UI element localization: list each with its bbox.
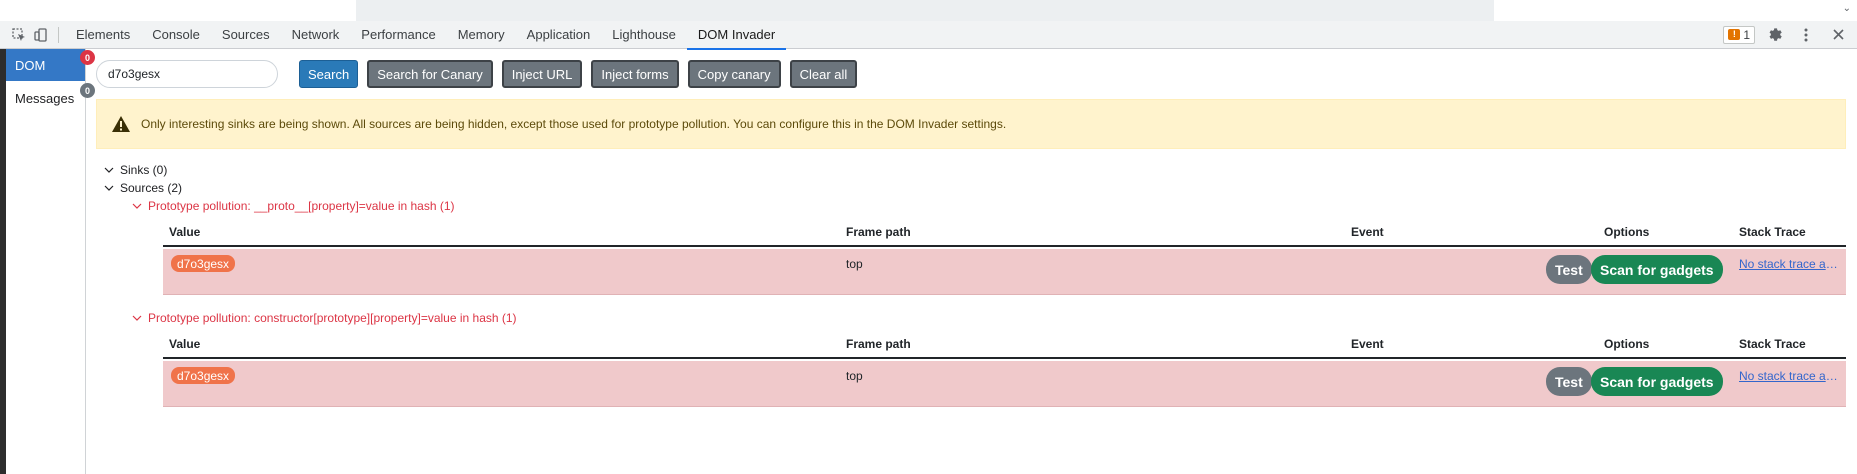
column-header-value: Value [169, 337, 201, 351]
table-row: d7o3gesx top Test Scan for gadgets No st… [163, 249, 1846, 295]
issues-button[interactable]: ! 1 [1723, 25, 1755, 44]
sidebar-item-dom[interactable]: DOM 0 [6, 49, 95, 81]
more-options-icon[interactable] [1793, 21, 1819, 49]
alert-text: Only interesting sinks are being shown. … [141, 117, 1007, 131]
sinks-node[interactable]: Sinks (0) [104, 161, 182, 179]
copy-canary-button[interactable]: Copy canary [687, 60, 781, 88]
stack-trace-link[interactable]: No stack trace available [1739, 369, 1841, 383]
inject-url-button[interactable]: Inject URL [501, 60, 583, 88]
canary-search-input[interactable] [96, 60, 278, 88]
warning-icon [111, 115, 131, 133]
chevron-down-icon [132, 313, 142, 323]
stack-trace-link[interactable]: No stack trace available [1739, 257, 1841, 271]
column-header-value: Value [169, 225, 201, 239]
column-header-frame-path: Frame path [846, 337, 911, 351]
settings-gear-icon[interactable] [1761, 21, 1787, 49]
inspect-element-icon[interactable] [8, 21, 30, 49]
column-header-event: Event [1351, 337, 1384, 351]
tab-lighthouse[interactable]: Lighthouse [601, 21, 687, 49]
canary-value-pill: d7o3gesx [171, 255, 236, 272]
chevron-down-icon [132, 201, 142, 211]
tab-sources[interactable]: Sources [211, 21, 281, 49]
collapse-caret-icon[interactable]: ⌄ [1843, 3, 1851, 14]
clear-all-button[interactable]: Clear all [789, 60, 858, 88]
tab-application[interactable]: Application [516, 21, 602, 49]
sidebar-item-messages[interactable]: Messages 0 [6, 82, 95, 114]
sidebar-item-label: DOM [15, 57, 46, 73]
table-row: d7o3gesx top Test Scan for gadgets No st… [163, 361, 1846, 407]
sources-label: Sources (2) [120, 181, 183, 195]
frame-path-cell: top [846, 369, 863, 383]
sidebar-item-label: Messages [15, 90, 75, 106]
test-button[interactable]: Test [1546, 367, 1592, 396]
column-header-stack-trace: Stack Trace [1739, 337, 1806, 351]
toolbar-divider [58, 26, 59, 43]
close-icon[interactable] [1825, 21, 1851, 49]
search-button[interactable]: Search [299, 60, 359, 88]
chevron-down-icon [104, 165, 114, 175]
sinks-filter-alert: Only interesting sinks are being shown. … [96, 99, 1846, 149]
column-header-frame-path: Frame path [846, 225, 911, 239]
group-title-text: Prototype pollution: __proto__[property]… [148, 199, 455, 213]
tab-dom-invader[interactable]: DOM Invader [686, 21, 787, 50]
sinks-label: Sinks (0) [120, 163, 168, 177]
address-area [356, 0, 1494, 21]
tab-console[interactable]: Console [141, 21, 211, 49]
group-title[interactable]: Prototype pollution: __proto__[property]… [132, 197, 455, 215]
group-title-text: Prototype pollution: constructor[prototy… [148, 311, 517, 325]
inject-forms-button[interactable]: Inject forms [591, 60, 679, 88]
tab-network[interactable]: Network [281, 21, 351, 49]
sources-node[interactable]: Sources (2) [104, 179, 182, 197]
devtools-right-controls: ! 1 [1723, 21, 1857, 49]
column-header-event: Event [1351, 225, 1384, 239]
issues-count: 1 [1743, 27, 1750, 42]
table-header: Value Frame path Event Options Stack Tra… [163, 215, 1846, 247]
results-tree: Sinks (0) Sources (2) [104, 161, 182, 197]
search-canary-button[interactable]: Search for Canary [367, 60, 493, 88]
dom-invader-panel: Search Search for Canary Inject URL Inje… [86, 49, 1857, 474]
issues-flag-icon: ! [1728, 29, 1741, 40]
chevron-down-icon [104, 183, 114, 193]
tab-elements[interactable]: Elements [65, 21, 141, 49]
canary-value-pill: d7o3gesx [171, 367, 236, 384]
group-title[interactable]: Prototype pollution: constructor[prototy… [132, 309, 517, 327]
scan-gadgets-button[interactable]: Scan for gadgets [1591, 367, 1723, 396]
frame-path-cell: top [846, 257, 863, 271]
tab-memory[interactable]: Memory [447, 21, 516, 49]
scan-gadgets-button[interactable]: Scan for gadgets [1591, 255, 1723, 284]
column-header-options: Options [1604, 337, 1650, 351]
dom-invader-sidebar: DOM 0 Messages 0 [0, 49, 95, 474]
browser-top-strip: ⌄ [0, 0, 1857, 21]
device-toolbar-icon[interactable] [30, 21, 52, 49]
column-header-options: Options [1604, 225, 1650, 239]
dom-invader-toolbar: Search Search for Canary Inject URL Inje… [96, 60, 866, 88]
devtools-tab-bar: Elements Console Sources Network Perform… [0, 21, 1857, 50]
table-header: Value Frame path Event Options Stack Tra… [163, 327, 1846, 359]
test-button[interactable]: Test [1546, 255, 1592, 284]
tab-performance[interactable]: Performance [350, 21, 446, 49]
column-header-stack-trace: Stack Trace [1739, 225, 1806, 239]
